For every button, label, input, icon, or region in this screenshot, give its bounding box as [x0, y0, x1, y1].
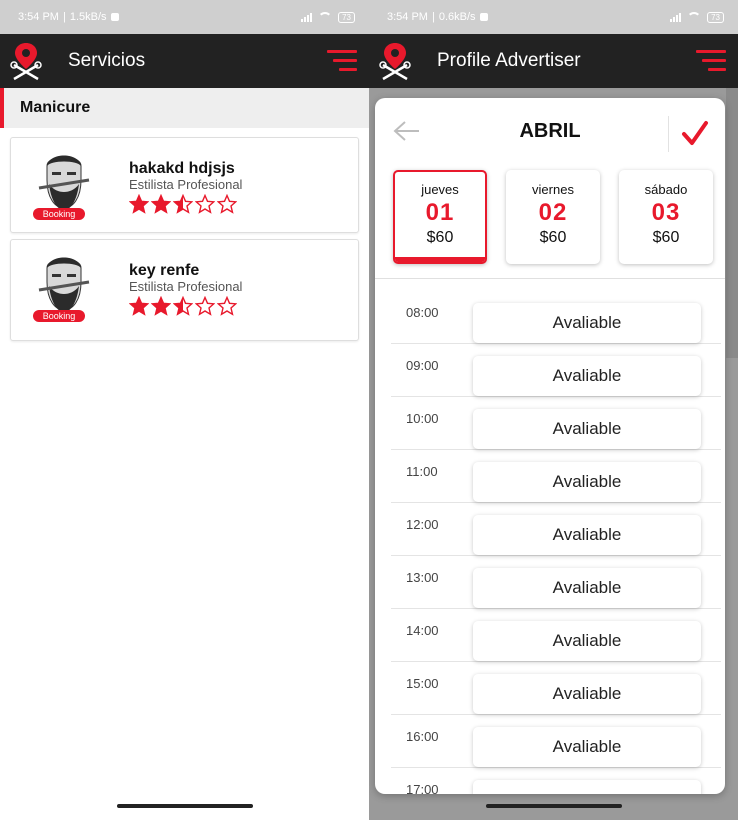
page-title: Servicios — [68, 50, 146, 71]
star-icon — [173, 296, 193, 316]
check-icon[interactable] — [681, 120, 709, 146]
booking-badge[interactable]: Booking — [33, 208, 85, 220]
slot-available-button[interactable]: Avaliable — [473, 515, 701, 555]
day-number: 01 — [425, 199, 455, 226]
signal-icon — [670, 12, 682, 22]
servicios-screen: 3:54 PM | 1.5kB/s 73 Servicios Manicure … — [0, 0, 369, 820]
stylist-role: Estilista Profesional — [129, 177, 243, 192]
avatar — [38, 257, 90, 312]
slot-time: 08:00 — [406, 305, 439, 320]
slot-available-button[interactable] — [473, 780, 701, 794]
slot-time: 13:00 — [406, 570, 439, 585]
star-icon — [129, 296, 149, 316]
day-price: $60 — [652, 229, 680, 246]
signal-icon — [301, 12, 313, 22]
status-speed: 1.5kB/s — [69, 11, 107, 23]
schedule-modal: ABRIL jueves 01 $60 viernes 02 $60 sábad… — [375, 98, 725, 794]
slot-time: 16:00 — [406, 729, 439, 744]
star-icon — [173, 194, 193, 214]
day-name: jueves — [421, 182, 459, 197]
slot-time: 17:00 — [406, 782, 439, 794]
notification-icon — [110, 13, 119, 21]
section-header: Manicure — [0, 88, 369, 128]
header-divider — [668, 116, 669, 152]
scissors-pin-logo-icon[interactable] — [377, 41, 413, 81]
slot-available-button[interactable]: Avaliable — [473, 462, 701, 502]
profile-advertiser-screen: 3:54 PM | 0.6kB/s 73 Profile Advertiser — [369, 0, 738, 820]
stylist-name: key renfe — [129, 262, 200, 279]
battery-icon: 73 — [707, 11, 724, 23]
slot-time: 12:00 — [406, 517, 439, 532]
slot-time: 10:00 — [406, 411, 439, 426]
menu-icon[interactable] — [327, 48, 357, 74]
day-name: sábado — [644, 182, 688, 197]
status-time: 3:54 PM — [18, 11, 59, 23]
wifi-icon — [687, 12, 702, 22]
slot-time: 09:00 — [406, 358, 439, 373]
star-icon — [217, 194, 237, 214]
slot-time: 14:00 — [406, 623, 439, 638]
star-rating — [129, 296, 242, 316]
time-slot: 17:00 — [391, 768, 721, 794]
day-price: $60 — [539, 229, 567, 246]
battery-icon: 73 — [338, 11, 355, 23]
notification-icon — [479, 13, 488, 21]
day-card[interactable]: viernes 02 $60 — [506, 170, 600, 264]
star-icon — [151, 194, 171, 214]
stylist-card[interactable]: Booking key renfe Estilista Profesional — [10, 239, 359, 341]
home-indicator[interactable] — [116, 804, 253, 808]
day-card[interactable]: jueves 01 $60 — [393, 170, 487, 264]
time-slot: 11:00 Avaliable — [391, 450, 721, 503]
day-price: $60 — [426, 229, 454, 246]
status-speed: 0.6kB/s — [438, 11, 476, 23]
scissors-pin-logo-icon[interactable] — [8, 41, 44, 81]
star-icon — [195, 194, 215, 214]
slot-available-button[interactable]: Avaliable — [473, 621, 701, 661]
time-slot: 16:00 Avaliable — [391, 715, 721, 768]
month-title: ABRIL — [519, 120, 581, 142]
day-card[interactable]: sábado 03 $60 — [619, 170, 713, 264]
slot-time: 15:00 — [406, 676, 439, 691]
star-icon — [151, 296, 171, 316]
booking-badge[interactable]: Booking — [33, 310, 85, 322]
stylist-role: Estilista Profesional — [129, 279, 243, 294]
stylist-name: hakakd hdjsjs — [129, 160, 235, 177]
time-slot-list[interactable]: 08:00 Avaliable 09:00 Avaliable 10:00 Av… — [375, 279, 725, 794]
wifi-icon — [318, 12, 333, 22]
day-number: 02 — [538, 199, 568, 226]
slot-available-button[interactable]: Avaliable — [473, 356, 701, 396]
slot-available-button[interactable]: Avaliable — [473, 674, 701, 714]
time-slot: 08:00 Avaliable — [391, 291, 721, 344]
slot-available-button[interactable]: Avaliable — [473, 568, 701, 608]
star-icon — [195, 296, 215, 316]
slot-time: 11:00 — [406, 464, 438, 479]
slot-available-button[interactable]: Avaliable — [473, 303, 701, 343]
home-indicator[interactable] — [485, 804, 622, 808]
app-bar: Servicios — [0, 34, 369, 88]
app-bar: Profile Advertiser — [369, 34, 738, 88]
slot-available-button[interactable]: Avaliable — [473, 409, 701, 449]
backdrop-content — [726, 88, 738, 358]
menu-icon[interactable] — [696, 48, 726, 74]
time-slot: 10:00 Avaliable — [391, 397, 721, 450]
day-number: 03 — [651, 199, 681, 226]
star-icon — [217, 296, 237, 316]
time-slot: 09:00 Avaliable — [391, 344, 721, 397]
time-slot: 12:00 Avaliable — [391, 503, 721, 556]
status-bar: 3:54 PM | 0.6kB/s 73 — [369, 0, 738, 34]
time-slot: 13:00 Avaliable — [391, 556, 721, 609]
star-rating — [129, 194, 242, 214]
time-slot: 15:00 Avaliable — [391, 662, 721, 715]
page-title: Profile Advertiser — [437, 50, 581, 71]
screens: 3:54 PM | 1.5kB/s 73 Servicios Manicure … — [0, 0, 738, 820]
status-bar: 3:54 PM | 1.5kB/s 73 — [0, 0, 369, 34]
day-name: viernes — [532, 182, 574, 197]
stylist-card[interactable]: Booking hakakd hdjsjs Estilista Profesio… — [10, 137, 359, 233]
slot-available-button[interactable]: Avaliable — [473, 727, 701, 767]
time-slot: 14:00 Avaliable — [391, 609, 721, 662]
status-time: 3:54 PM — [387, 11, 428, 23]
avatar — [38, 155, 90, 210]
day-selector: jueves 01 $60 viernes 02 $60 sábado 03 $… — [375, 160, 725, 264]
star-icon — [129, 194, 149, 214]
